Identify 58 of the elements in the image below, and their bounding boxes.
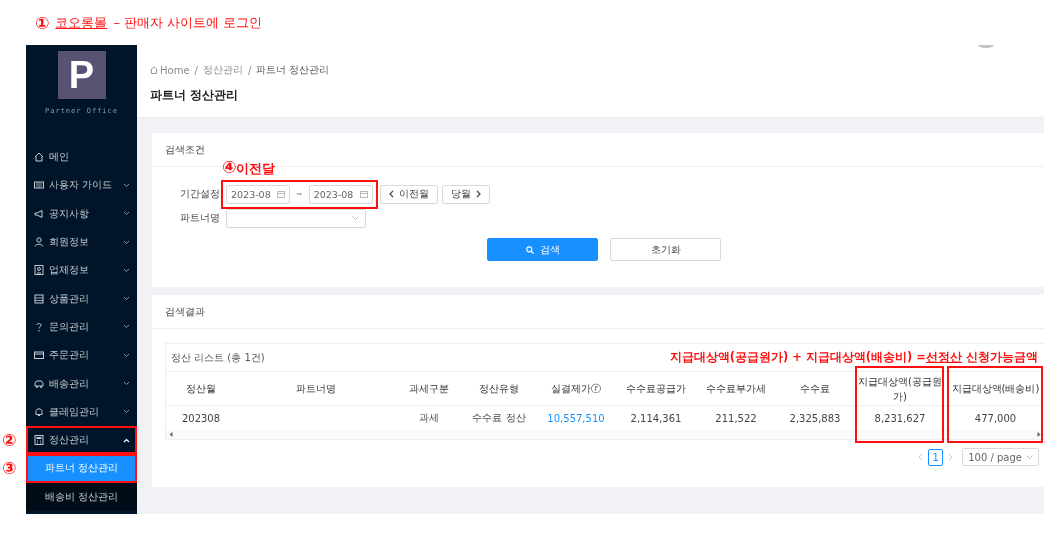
sidebar-item[interactable]: 클레임관리 [26, 397, 137, 426]
annotation-text: – 판매자 사이트에 로그인 [113, 13, 263, 32]
date-field[interactable]: 2023-08 [308, 184, 373, 204]
book-icon [34, 180, 44, 191]
caret-icon [352, 216, 359, 220]
sidebar-item[interactable]: 사용자 가이드 [26, 171, 137, 200]
current-month-button[interactable]: 당월 [441, 184, 490, 204]
sidebar-item[interactable]: 배송관리 [26, 369, 137, 398]
calculator-icon [34, 435, 44, 446]
annotation-label: ④이전달 [222, 156, 276, 178]
annotation-text: 지급대상액(공급원가) + 지급대상액(배송비) =선정산 신청가능금액 [669, 350, 1038, 365]
previous-month-button[interactable]: 이전월 [379, 184, 438, 204]
card-icon [34, 350, 44, 361]
annotation-number: ② [2, 430, 17, 451]
field-label: 파트너명 [179, 211, 221, 225]
calendar-icon [359, 190, 368, 198]
chevron-right-icon [948, 453, 954, 461]
scroll-left-icon [169, 432, 173, 437]
caret-icon [1026, 455, 1033, 459]
question-icon [34, 321, 44, 332]
page-title: 파트너 정산관리 [150, 87, 240, 104]
card-title: 검색결과 [152, 295, 1044, 329]
date-field[interactable]: 2023-08 [226, 184, 290, 204]
sidebar-item[interactable]: 상품관리 [26, 284, 137, 313]
breadcrumb-separator: / [194, 64, 198, 76]
sidebar-subitem[interactable]: 배송비 정산관리 [26, 482, 137, 511]
box-icon [34, 293, 44, 304]
sidebar-item[interactable]: 업체정보 [26, 256, 137, 285]
partner-select[interactable] [226, 208, 366, 228]
home-icon [150, 66, 158, 74]
annotation-number: ③ [2, 458, 17, 479]
sidebar-item[interactable]: 메인 [26, 143, 137, 172]
sidebar-item[interactable]: 회원정보 [26, 227, 137, 257]
megaphone-icon [34, 208, 44, 219]
home-icon [34, 152, 44, 163]
car-icon [34, 378, 44, 389]
breadcrumb-link[interactable]: 정산관리 [202, 63, 243, 77]
chevron-left-icon [918, 453, 924, 461]
user-icon [34, 237, 44, 248]
search-icon [525, 245, 534, 254]
calendar-icon [277, 190, 285, 198]
avatar-icon [978, 45, 994, 50]
sidebar-item[interactable]: 공지사항 [26, 199, 137, 228]
sidebar-item[interactable]: 문의관리 [26, 312, 137, 342]
range-separator: ~ [296, 189, 303, 199]
reset-button[interactable]: 초기화 [610, 238, 721, 261]
breadcrumb-separator: / [247, 64, 252, 76]
chevron-left-icon [388, 190, 394, 198]
annotation-number: ① [35, 12, 50, 33]
bell-icon [34, 406, 44, 417]
list-title: 정산 리스트 (총 1건) [171, 350, 265, 365]
chevron-right-icon [475, 190, 481, 198]
scroll-right-icon [1037, 432, 1041, 437]
page-size-select[interactable]: 100 / page [962, 448, 1039, 466]
field-label: 기간설정 [179, 187, 221, 201]
logo: P [57, 51, 106, 99]
sidebar-item[interactable]: 주문관리 [26, 341, 137, 370]
id-card-icon [34, 265, 44, 276]
